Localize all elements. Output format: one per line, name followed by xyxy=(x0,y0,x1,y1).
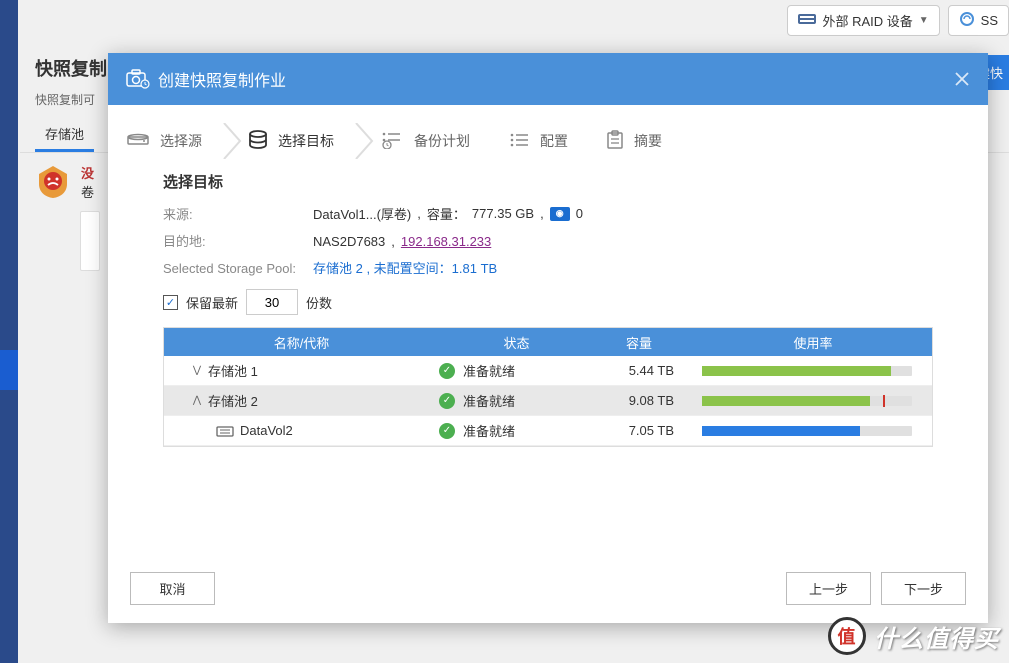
table-row[interactable]: ⋁存储池 1 ✓准备就绪 5.44 TB xyxy=(164,356,932,386)
step-backup-schedule[interactable]: 备份计划 xyxy=(380,131,490,152)
status-ok-icon: ✓ xyxy=(439,423,455,439)
close-icon[interactable] xyxy=(954,71,970,87)
wizard-stepper: 选择源 选择目标 备份计划 配置 摘要 xyxy=(108,105,988,171)
sidebar-active-item[interactable] xyxy=(0,350,18,390)
raid-icon xyxy=(798,12,816,29)
summary-icon xyxy=(606,130,624,153)
snapshot-icon xyxy=(126,69,148,89)
keep-count-input[interactable] xyxy=(246,289,298,315)
source-row: 来源: DataVol1...(厚卷), 容量： 777.35 GB, ◉ 0 xyxy=(163,204,933,223)
chevron-right-icon xyxy=(222,123,248,159)
status-ok-icon: ✓ xyxy=(439,393,455,409)
step-select-source[interactable]: 选择源 xyxy=(126,131,222,152)
keep-latest-row: ✓ 保留最新 份数 xyxy=(163,289,933,315)
disk-icon xyxy=(126,131,150,152)
table-header: 名称/代称 状态 容量 使用率 xyxy=(164,328,932,356)
tab-storage-pool[interactable]: 存储池 xyxy=(35,118,94,152)
step-summary[interactable]: 摘要 xyxy=(606,130,682,153)
modal-footer: 取消 上一步 下一步 xyxy=(108,554,988,623)
step-select-destination[interactable]: 选择目标 xyxy=(248,130,354,153)
chevron-down-icon[interactable]: ⋁ xyxy=(192,365,202,376)
chevron-right-icon xyxy=(354,123,380,159)
modal-title: 创建快照复制作业 xyxy=(158,67,944,91)
modal-body: 选择目标 来源: DataVol1...(厚卷), 容量： 777.35 GB,… xyxy=(108,171,988,554)
bg-panel xyxy=(80,211,100,271)
destination-ip-link[interactable]: 192.168.31.233 xyxy=(401,234,491,249)
step-configure[interactable]: 配置 xyxy=(508,131,588,151)
ssd-button[interactable]: SS xyxy=(948,5,1009,36)
chevron-down-icon: ▼ xyxy=(919,15,929,26)
pool-name: 存储池 2 xyxy=(208,391,258,410)
pool-row: Selected Storage Pool: 存储池 2 , 未配置空间：1.8… xyxy=(163,258,933,277)
pool-name: 存储池 1 xyxy=(208,361,258,380)
settings-icon xyxy=(508,132,530,151)
external-raid-button[interactable]: 外部 RAID 设备 ▼ xyxy=(787,5,939,36)
usage-bar xyxy=(702,366,912,376)
cancel-button[interactable]: 取消 xyxy=(130,572,215,605)
database-icon xyxy=(248,130,268,153)
section-title: 选择目标 xyxy=(163,171,933,192)
storage-pool-table: 名称/代称 状态 容量 使用率 ⋁存储池 1 ✓准备就绪 5.44 TB ⋀存储… xyxy=(163,327,933,447)
next-button[interactable]: 下一步 xyxy=(881,572,966,605)
pool-name: DataVol2 xyxy=(240,423,293,438)
usage-bar xyxy=(702,426,912,436)
ssd-icon xyxy=(959,12,975,29)
destination-row: 目的地: NAS2D7683, 192.168.31.233 xyxy=(163,231,933,250)
volume-icon xyxy=(216,424,234,438)
alert-icon xyxy=(35,164,71,200)
chevron-up-icon[interactable]: ⋀ xyxy=(192,395,202,406)
left-sidebar xyxy=(0,0,18,663)
usage-bar xyxy=(702,396,912,406)
table-row[interactable]: ⋀存储池 2 ✓准备就绪 9.08 TB xyxy=(164,386,932,416)
keep-latest-checkbox[interactable]: ✓ xyxy=(163,295,178,310)
table-row[interactable]: DataVol2 ✓准备就绪 7.05 TB xyxy=(164,416,932,446)
watermark-logo: 值 xyxy=(828,617,866,655)
create-snapshot-modal: 创建快照复制作业 选择源 选择目标 备份计划 配置 摘要 xyxy=(108,53,988,623)
snapshot-camera-icon: ◉ xyxy=(550,207,570,221)
schedule-icon xyxy=(380,131,404,152)
modal-header: 创建快照复制作业 xyxy=(108,53,988,105)
watermark: 值 什么值得买 xyxy=(828,617,999,655)
status-ok-icon: ✓ xyxy=(439,363,455,379)
prev-button[interactable]: 上一步 xyxy=(786,572,871,605)
